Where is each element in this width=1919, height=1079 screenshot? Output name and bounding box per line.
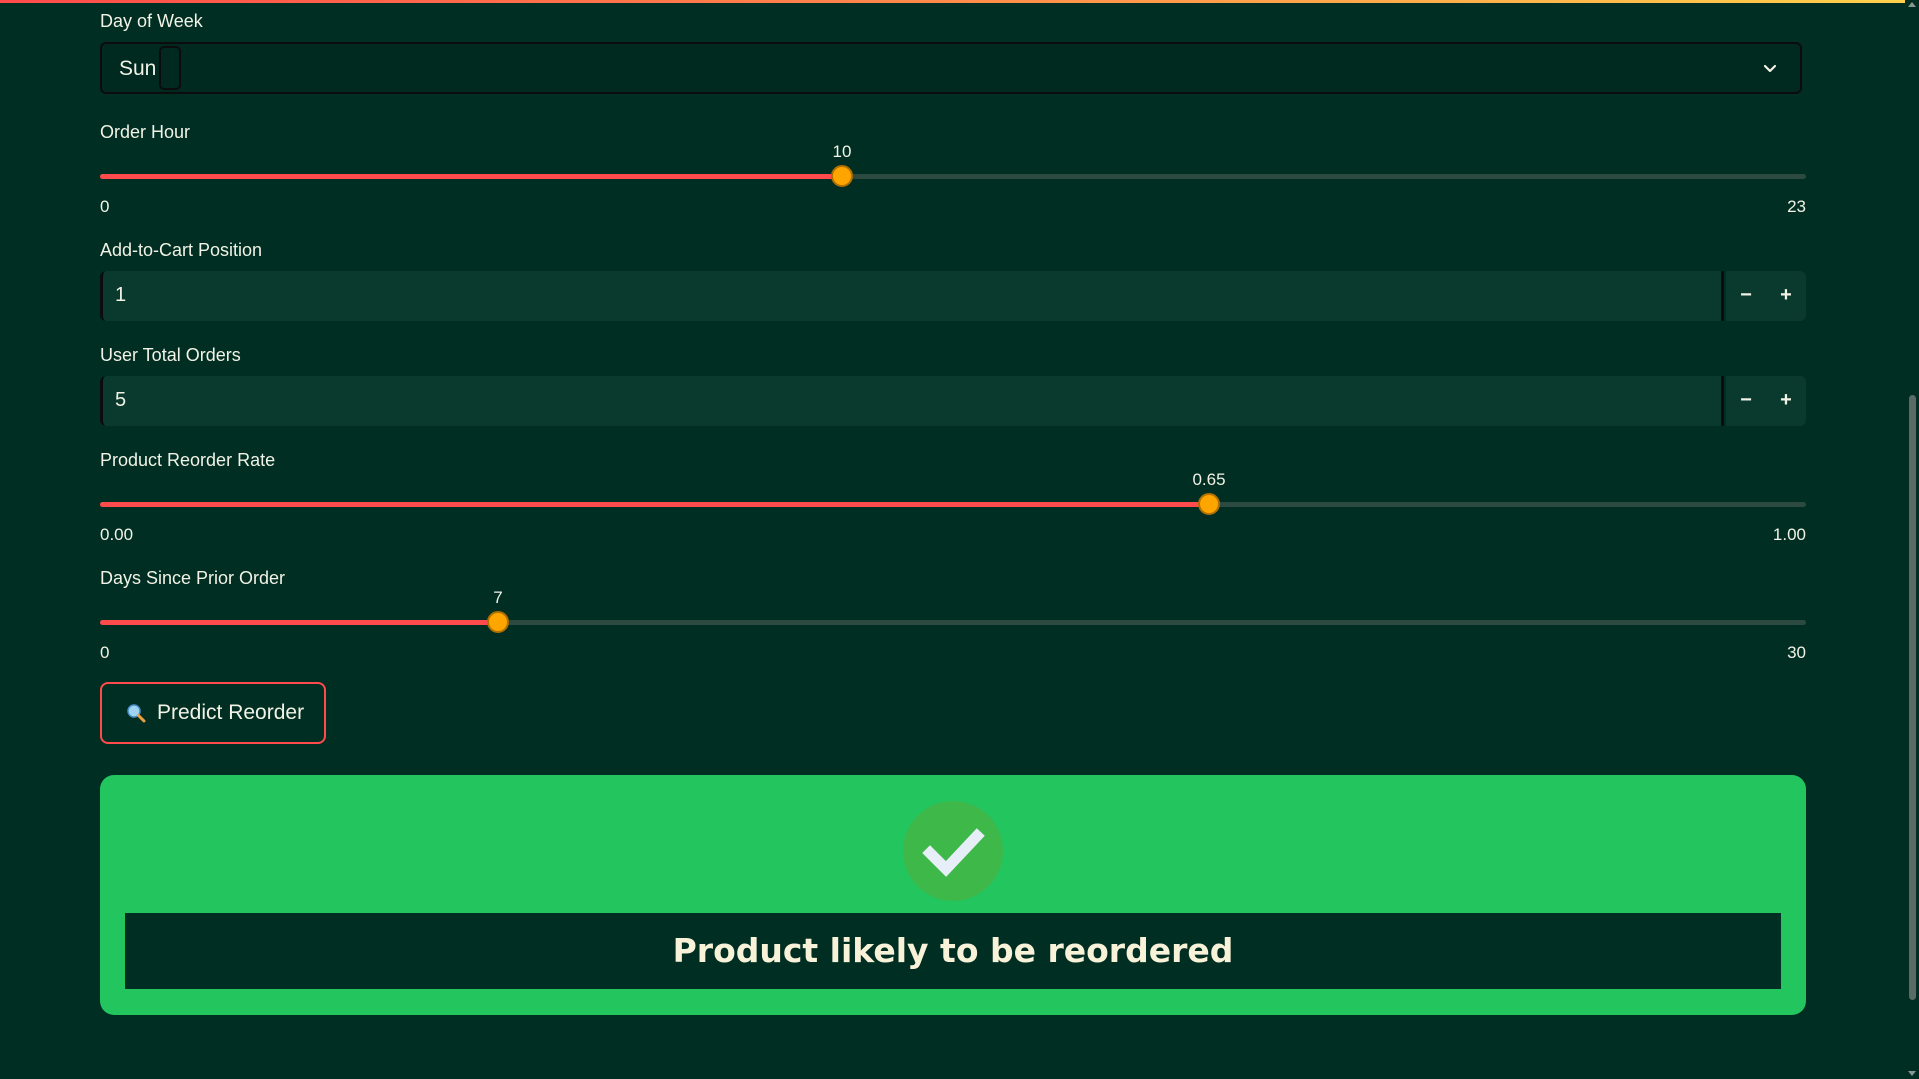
scroll-thumb[interactable] — [1909, 395, 1916, 1000]
add-to-cart-increment-button[interactable]: + — [1766, 271, 1806, 321]
reorder-rate-label: Product Reorder Rate — [100, 450, 276, 470]
check-icon — [922, 828, 985, 877]
reorder-rate-max: 1.00 — [1772, 525, 1806, 544]
result-message: Product likely to be reordered — [672, 931, 1234, 970]
order-hour-min: 0 — [100, 197, 110, 216]
slider-track[interactable] — [100, 174, 1806, 179]
user-total-orders-decrement-button[interactable]: − — [1726, 376, 1766, 426]
add-to-cart-value: 1 — [115, 284, 127, 306]
reorder-rate-min: 0.00 — [100, 525, 134, 544]
add-to-cart-decrement-button[interactable]: − — [1726, 271, 1766, 321]
days-since-prior-max: 30 — [1787, 643, 1806, 662]
slider-track-fill — [100, 502, 1209, 507]
scroll-down-arrow-icon[interactable] — [1908, 1071, 1916, 1076]
slider-track[interactable] — [100, 502, 1806, 507]
slider-track-fill — [100, 620, 498, 625]
order-hour-value: 10 — [832, 142, 852, 161]
top-decoration-bar — [0, 0, 1919, 3]
user-total-orders-input[interactable]: 5 — [100, 376, 1724, 426]
reorder-rate-slider[interactable]: 0.65 0.00 1.00 — [100, 470, 1806, 544]
user-total-orders-value: 5 — [115, 389, 127, 411]
add-to-cart-input[interactable]: 1 — [100, 271, 1724, 321]
user-total-orders-input-group: 5 − + — [100, 376, 1806, 426]
select-text-cursor — [159, 46, 181, 90]
days-since-prior-slider[interactable]: 7 0 30 — [100, 588, 1806, 662]
reorder-rate-value: 0.65 — [1192, 470, 1226, 489]
days-since-prior-label: Days Since Prior Order — [100, 568, 286, 588]
user-total-orders-label: User Total Orders — [100, 345, 241, 365]
predict-reorder-label: Predict Reorder — [157, 701, 305, 724]
order-hour-label: Order Hour — [100, 122, 191, 142]
add-to-cart-label: Add-to-Cart Position — [100, 240, 263, 260]
result-message-bar: Product likely to be reordered — [125, 913, 1781, 989]
scroll-up-arrow-icon[interactable] — [1908, 2, 1916, 7]
days-since-prior-min: 0 — [100, 643, 110, 662]
slider-thumb[interactable] — [1198, 493, 1220, 515]
user-total-orders-increment-button[interactable]: + — [1766, 376, 1806, 426]
slider-thumb[interactable] — [487, 611, 509, 633]
day-of-week-select[interactable]: Sun — [100, 42, 1802, 94]
check-badge — [903, 801, 1003, 901]
order-hour-max: 23 — [1787, 197, 1806, 216]
magnifier-icon — [127, 704, 146, 723]
day-of-week-label: Day of Week — [100, 11, 203, 31]
slider-track-fill — [100, 174, 842, 179]
add-to-cart-input-group: 1 − + — [100, 271, 1806, 321]
prediction-result-card: Product likely to be reordered — [100, 775, 1806, 1015]
slider-thumb[interactable] — [831, 165, 853, 187]
chevron-down-icon[interactable] — [1760, 58, 1780, 78]
predict-reorder-button[interactable]: Predict Reorder — [100, 682, 326, 744]
slider-track[interactable] — [100, 620, 1806, 625]
days-since-prior-value: 7 — [493, 588, 503, 607]
page-scrollbar[interactable] — [1905, 0, 1919, 1079]
order-hour-slider[interactable]: 10 0 23 — [100, 142, 1806, 216]
day-of-week-value: Sun — [119, 57, 157, 80]
